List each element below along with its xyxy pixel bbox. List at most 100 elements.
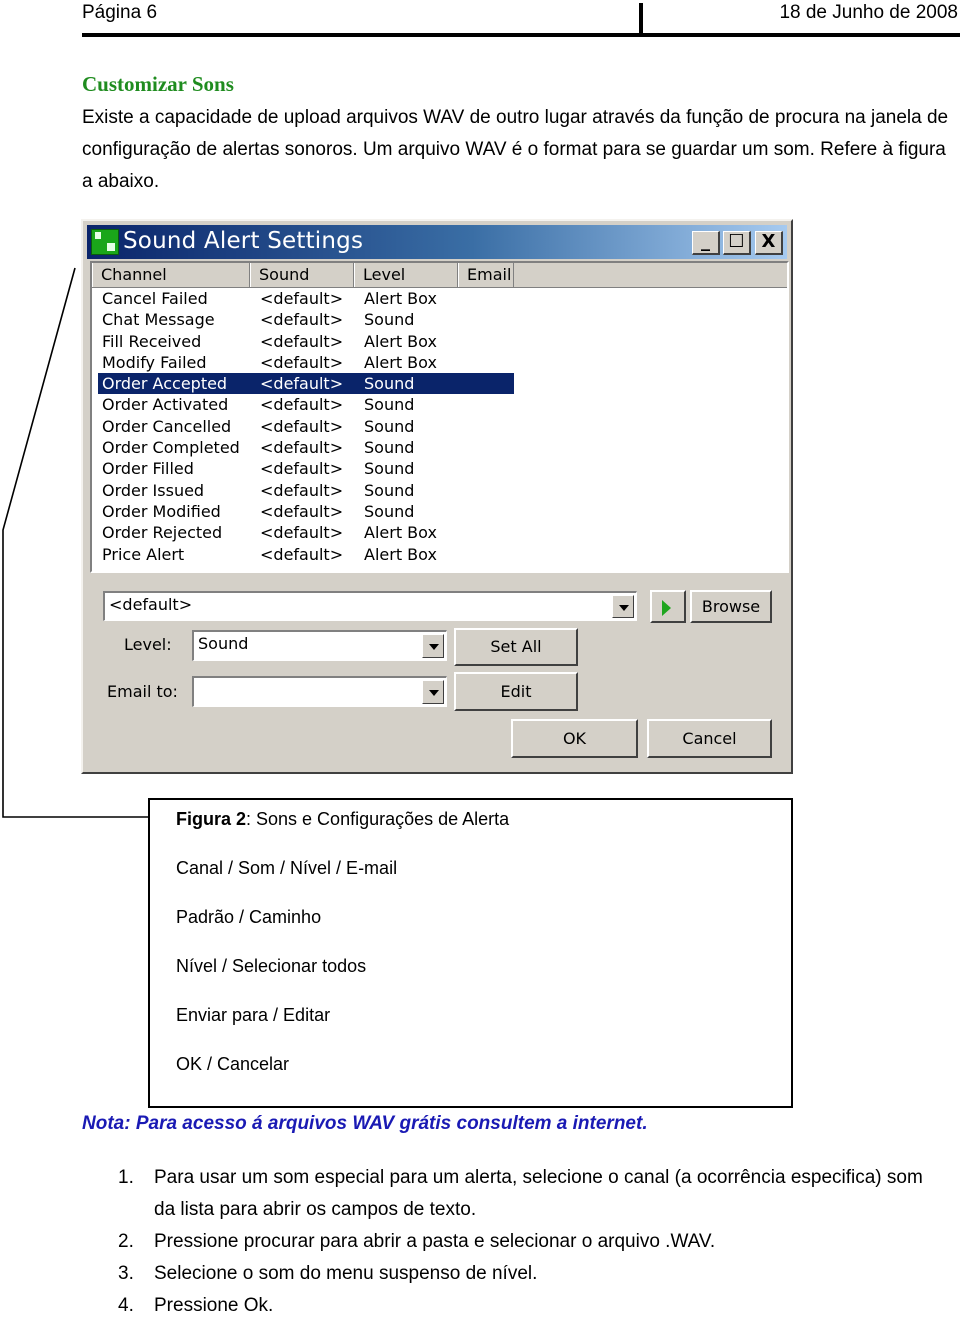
step-item: 3. Selecione o som do menu suspenso de ní…: [118, 1258, 948, 1290]
row-sound: <default>: [260, 374, 344, 394]
row-channel: Price Alert: [102, 544, 185, 564]
email-combo[interactable]: [192, 676, 447, 707]
row-channel: Order Filled: [102, 459, 194, 479]
minimize-button[interactable]: _: [692, 231, 720, 255]
list-row[interactable]: Order Filled <default> Sound: [92, 458, 787, 479]
row-sound: <default>: [260, 416, 344, 436]
row-channel: Chat Message: [102, 310, 215, 330]
row-level: Sound: [364, 480, 415, 500]
list-row[interactable]: Chat Message <default> Sound: [92, 309, 787, 330]
list-row[interactable]: Cancel Failed <default> Alert Box: [92, 288, 787, 309]
dialog-title: Sound Alert Settings: [123, 228, 364, 254]
caption-line: Nível / Selecionar todos: [176, 956, 367, 976]
step-number: 3.: [118, 1263, 134, 1284]
row-sound: <default>: [260, 395, 344, 415]
steps-list: 1. Para usar um som especial para um aler…: [118, 1162, 948, 1322]
row-sound: <default>: [260, 352, 344, 372]
step-item: 2. Pressione procurar para abrir a pasta …: [118, 1226, 948, 1258]
row-sound: <default>: [260, 480, 344, 500]
level-label: Level:: [124, 635, 172, 654]
step-item: 1. Para usar um som especial para um aler…: [118, 1162, 948, 1226]
row-channel: Order Modified: [102, 501, 221, 521]
row-level: Alert Box: [364, 289, 437, 308]
row-sound: <default>: [260, 310, 344, 330]
row-channel: Order Rejected: [102, 523, 223, 543]
ok-button[interactable]: OK: [511, 719, 638, 758]
row-sound: <default>: [260, 544, 344, 564]
row-level: Sound: [364, 374, 415, 394]
figure-caption-box: Figura 2: Sons e Configurações de Alerta…: [148, 798, 793, 1108]
edit-button[interactable]: Edit: [454, 672, 578, 711]
row-sound: <default>: [260, 459, 344, 479]
dialog-titlebar[interactable]: Sound Alert Settings _ ☐ X: [87, 225, 787, 259]
list-row[interactable]: Order Activated <default> Sound: [92, 394, 787, 415]
list-row[interactable]: Order Rejected <default> Alert Box: [92, 522, 787, 543]
figure-title: : Sons e Configurações de Alerta: [246, 809, 510, 829]
step-number: 1.: [118, 1167, 134, 1188]
row-channel: Order Cancelled: [102, 416, 232, 436]
step-text: Pressione Ok.: [154, 1295, 274, 1316]
figure-caption-title: Figura 2: Sons e Configurações de Alerta: [176, 809, 509, 830]
app-logo-icon: [91, 229, 119, 255]
row-level: Sound: [364, 416, 415, 436]
row-channel: Order Accepted: [102, 374, 228, 394]
close-icon: X: [761, 231, 776, 252]
sound-path-value: <default>: [109, 595, 193, 614]
row-level: Alert Box: [364, 523, 437, 543]
row-level: Sound: [364, 438, 415, 458]
row-sound: <default>: [260, 501, 344, 521]
step-text: Selecione o som do menu suspenso de níve…: [154, 1263, 538, 1284]
row-channel: Fill Received: [102, 331, 202, 351]
row-channel: Order Activated: [102, 395, 229, 415]
chevron-down-icon[interactable]: [422, 634, 444, 658]
row-level: Alert Box: [364, 352, 437, 372]
caption-line: Padrão / Caminho: [176, 907, 322, 927]
close-button[interactable]: X: [755, 231, 783, 255]
row-level: Alert Box: [364, 544, 437, 564]
list-row[interactable]: Order Cancelled <default> Sound: [92, 416, 787, 437]
level-combo[interactable]: Sound: [192, 630, 447, 661]
minimize-icon: _: [701, 231, 710, 252]
column-header-email[interactable]: Email: [458, 263, 514, 287]
row-level: Sound: [364, 395, 415, 415]
play-sound-button[interactable]: [650, 590, 686, 623]
list-row[interactable]: Fill Received <default> Alert Box: [92, 331, 787, 352]
email-label: Email to:: [107, 682, 178, 701]
alert-channel-list[interactable]: Channel Sound Level Email Cancel Failed <…: [90, 261, 789, 573]
list-row[interactable]: Order Completed <default> Sound: [92, 437, 787, 458]
row-channel: Modify Failed: [102, 352, 207, 372]
chevron-down-icon[interactable]: [422, 680, 444, 704]
caption-line: Canal / Som / Nível / E-mail: [176, 858, 398, 878]
list-body: Cancel Failed <default> Alert Box Chat Mess…: [92, 288, 787, 565]
chevron-down-icon[interactable]: [612, 595, 634, 618]
cancel-button[interactable]: Cancel: [647, 719, 772, 758]
set-all-button[interactable]: Set All: [454, 628, 578, 666]
step-item: 4. Pressione Ok.: [118, 1290, 948, 1322]
caption-line: OK / Cancelar: [176, 1054, 290, 1074]
column-header-level[interactable]: Level: [354, 263, 458, 287]
list-header: Channel Sound Level Email: [92, 263, 787, 288]
list-row[interactable]: Order Accepted <default> Sound: [92, 373, 787, 395]
sound-alert-settings-dialog: Sound Alert Settings _ ☐ X Channel Sound…: [81, 219, 793, 774]
list-row[interactable]: Price Alert <default> Alert Box: [92, 544, 787, 565]
maximize-button[interactable]: ☐: [723, 231, 751, 255]
column-header-channel[interactable]: Channel: [92, 263, 250, 287]
row-sound: <default>: [260, 438, 344, 458]
list-row[interactable]: Order Issued <default> Sound: [92, 480, 787, 501]
row-channel: Order Completed: [102, 438, 240, 458]
row-sound: <default>: [260, 523, 344, 543]
browse-button[interactable]: Browse: [690, 590, 772, 623]
list-row[interactable]: Modify Failed <default> Alert Box: [92, 352, 787, 373]
maximize-icon: ☐: [728, 231, 745, 252]
sound-path-combo[interactable]: <default>: [103, 591, 637, 621]
level-value: Sound: [198, 634, 249, 653]
caption-line: Enviar para / Editar: [176, 1005, 331, 1025]
row-level: Sound: [364, 501, 415, 521]
row-channel: Order Issued: [102, 480, 205, 500]
column-header-sound[interactable]: Sound: [250, 263, 354, 287]
row-level: Alert Box: [364, 331, 437, 351]
row-level: Sound: [364, 459, 415, 479]
step-number: 2.: [118, 1231, 134, 1252]
list-row[interactable]: Order Modified <default> Sound: [92, 501, 787, 522]
step-text: Para usar um som especial para um alerta…: [154, 1167, 923, 1220]
